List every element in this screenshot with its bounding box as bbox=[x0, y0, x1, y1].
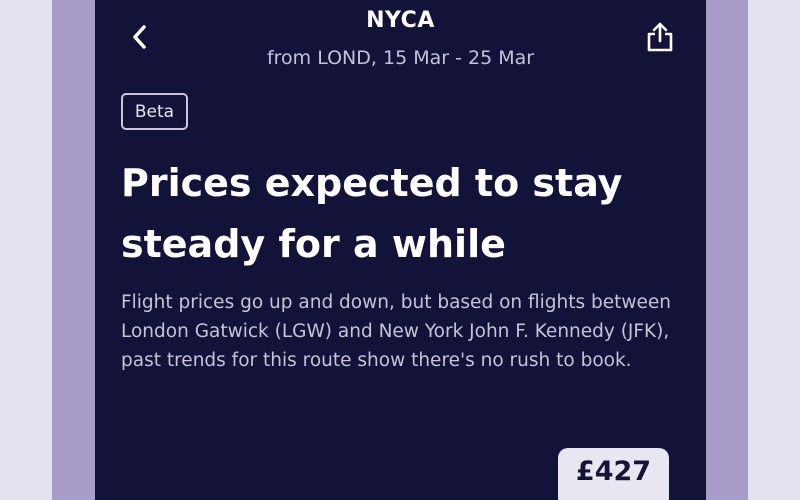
share-button[interactable] bbox=[643, 20, 677, 54]
route-title: NYCA bbox=[366, 8, 435, 33]
app-screen: NYCA from LOND, 15 Mar - 25 Mar Beta Pri… bbox=[95, 0, 706, 500]
price-tag: £427 bbox=[558, 448, 669, 500]
beta-badge: Beta bbox=[121, 93, 188, 130]
share-icon bbox=[647, 22, 673, 52]
price-trend-description: Flight prices go up and down, but based … bbox=[121, 292, 672, 371]
page-headline: Prices expected to stay steady for a whi… bbox=[121, 161, 623, 266]
route-dates: from LOND, 15 Mar - 25 Mar bbox=[266, 47, 535, 69]
